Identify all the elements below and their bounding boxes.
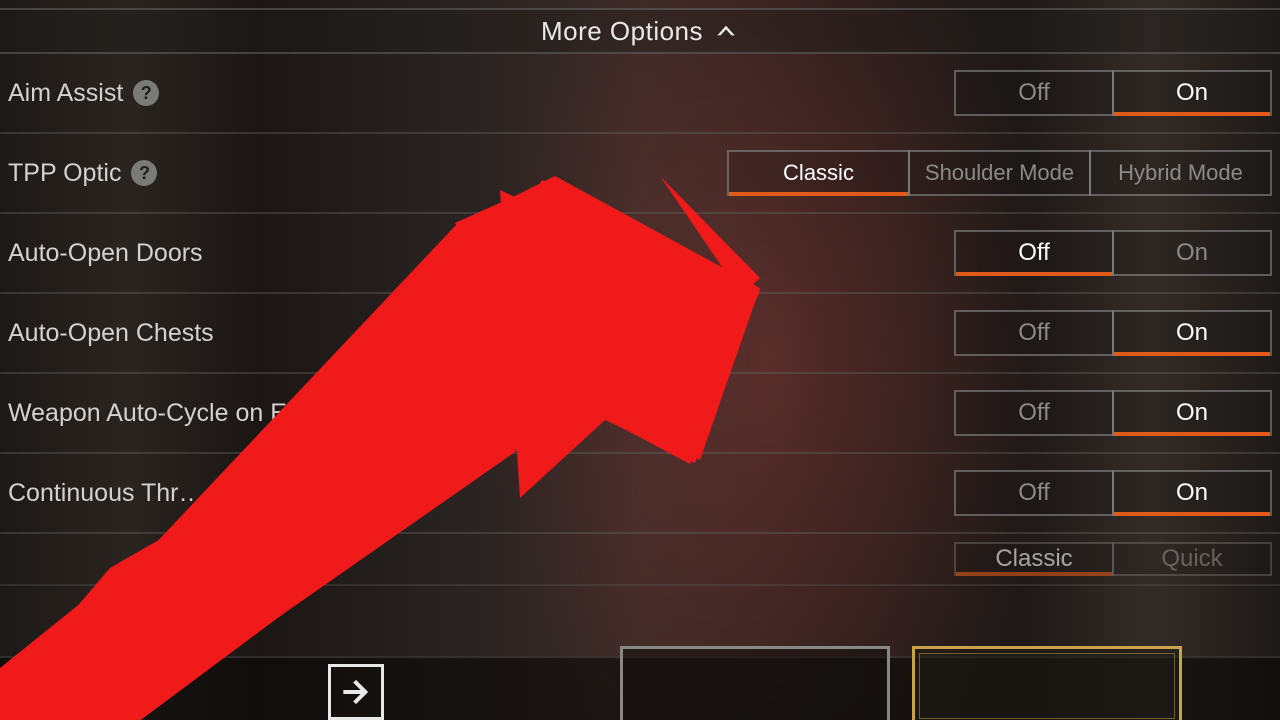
option-on[interactable]: On	[1112, 230, 1272, 276]
setting-label	[8, 545, 15, 574]
option-hybrid-mode[interactable]: Hybrid Mode	[1089, 150, 1272, 196]
option-group-tpp-optic: Classic Shoulder Mode Hybrid Mode	[727, 150, 1272, 196]
setting-row-method: Classic Quick	[0, 534, 1280, 586]
option-off[interactable]: Off	[954, 230, 1114, 276]
option-off[interactable]: Off	[954, 390, 1114, 436]
option-on[interactable]: On	[1112, 470, 1272, 516]
setting-label: Auto-Open Chests	[8, 319, 214, 348]
setting-label: Aim Assist	[8, 79, 123, 108]
option-classic[interactable]: Classic	[727, 150, 910, 196]
bottom-tab-a[interactable]	[620, 646, 890, 720]
header-title: More Options	[541, 16, 703, 47]
option-off[interactable]: Off	[954, 470, 1114, 516]
option-group-auto-chests: Off On	[954, 310, 1272, 356]
setting-label: Weapon Auto-Cycle on Empty	[8, 399, 341, 428]
option-on[interactable]: On	[1112, 70, 1272, 116]
option-classic[interactable]: Classic	[954, 542, 1114, 576]
setting-row-weapon-auto-cycle: Weapon Auto-Cycle on Empty Off On	[0, 374, 1280, 454]
chevron-up-icon	[713, 18, 739, 44]
setting-label: Auto-Open Doors	[8, 239, 203, 268]
setting-label: Continuous Thr…	[8, 479, 203, 508]
option-group-auto-doors: Off On	[954, 230, 1272, 276]
bottom-tab-b[interactable]	[912, 646, 1182, 720]
setting-row-continuous-throw: Continuous Thr… Off On	[0, 454, 1280, 534]
setting-row-aim-assist: Aim Assist ? Off On	[0, 54, 1280, 134]
bottom-bar	[0, 656, 1280, 720]
option-shoulder-mode[interactable]: Shoulder Mode	[908, 150, 1091, 196]
option-group-aim-assist: Off On	[954, 70, 1272, 116]
option-group-method: Classic Quick	[954, 542, 1272, 576]
setting-label: TPP Optic	[8, 159, 121, 188]
setting-row-auto-open-chests: Auto-Open Chests Off On	[0, 294, 1280, 374]
setting-row-auto-open-doors: Auto-Open Doors Off On	[0, 214, 1280, 294]
option-off[interactable]: Off	[954, 310, 1114, 356]
help-icon[interactable]: ?	[131, 160, 157, 186]
option-off[interactable]: Off	[954, 70, 1114, 116]
help-icon[interactable]: ?	[133, 80, 159, 106]
option-on[interactable]: On	[1112, 390, 1272, 436]
option-quick[interactable]: Quick	[1112, 542, 1272, 576]
setting-row-tpp-optic: TPP Optic ? Classic Shoulder Mode Hybrid…	[0, 134, 1280, 214]
option-group-auto-cycle: Off On	[954, 390, 1272, 436]
option-on[interactable]: On	[1112, 310, 1272, 356]
arrow-right-icon[interactable]	[328, 664, 384, 720]
more-options-header[interactable]: More Options	[0, 8, 1280, 54]
option-group-cont-throw: Off On	[954, 470, 1272, 516]
